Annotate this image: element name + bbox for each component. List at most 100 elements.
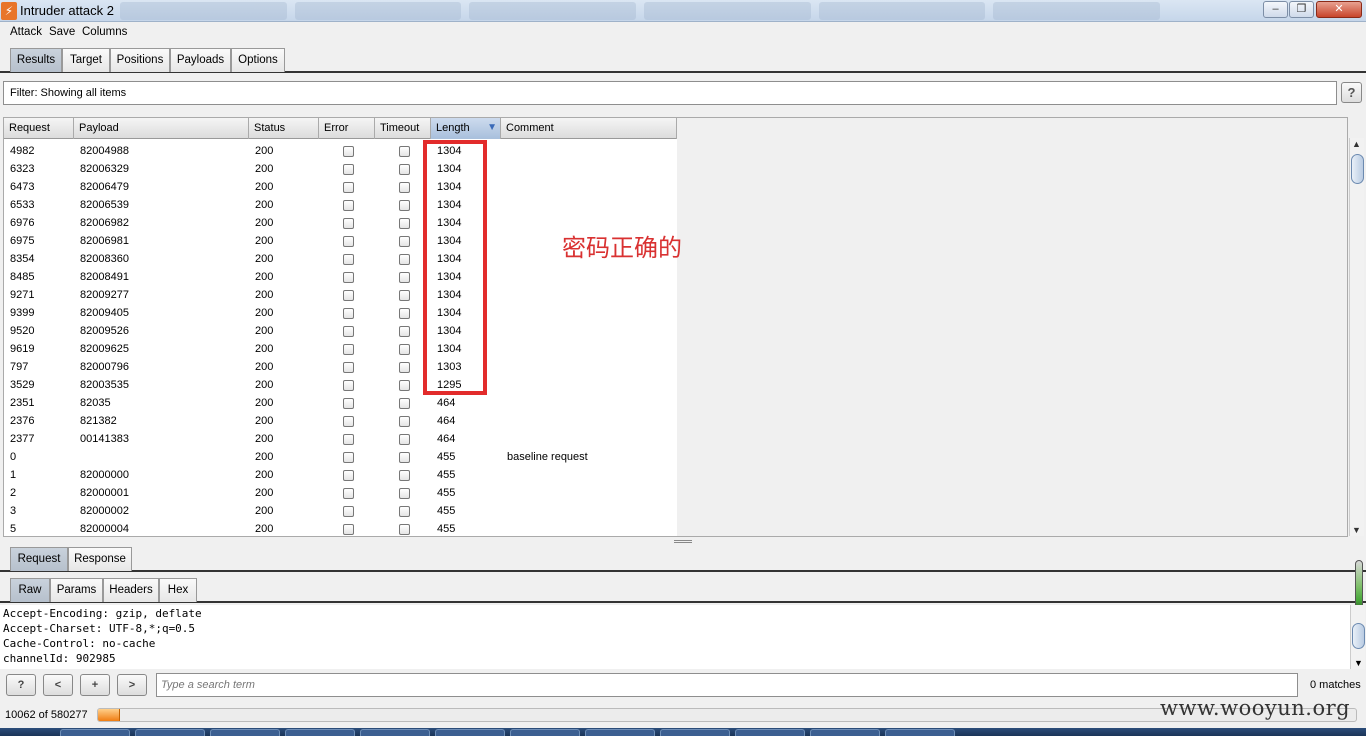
tab-options[interactable]: Options [231, 48, 285, 72]
search-help-button[interactable]: ? [6, 674, 36, 696]
error-checkbox[interactable] [343, 488, 354, 499]
column-status[interactable]: Status [249, 118, 319, 139]
table-row[interactable]: 797 82000796 200 1303 [4, 358, 677, 376]
error-checkbox[interactable] [343, 416, 354, 427]
menu-attack[interactable]: Attack [10, 26, 42, 38]
error-checkbox[interactable] [343, 236, 354, 247]
tab-target[interactable]: Target [62, 48, 110, 72]
error-checkbox[interactable] [343, 182, 354, 193]
tab-params[interactable]: Params [50, 578, 103, 602]
table-row[interactable]: 6533 82006539 200 1304 [4, 196, 677, 214]
error-checkbox[interactable] [343, 326, 354, 337]
error-checkbox[interactable] [343, 308, 354, 319]
tab-results[interactable]: Results [10, 48, 62, 72]
menu-save[interactable]: Save [49, 26, 75, 38]
timeout-checkbox[interactable] [399, 200, 410, 211]
timeout-checkbox[interactable] [399, 272, 410, 283]
timeout-checkbox[interactable] [399, 326, 410, 337]
table-row[interactable]: 4982 82004988 200 1304 [4, 142, 677, 160]
menu-columns[interactable]: Columns [82, 26, 127, 38]
table-row[interactable]: 2351 82035 200 464 [4, 394, 677, 412]
table-row[interactable]: 2376 821382 200 464 [4, 412, 677, 430]
timeout-checkbox[interactable] [399, 434, 410, 445]
minimize-button[interactable]: ‒ [1263, 1, 1288, 18]
tab-request[interactable]: Request [10, 547, 68, 571]
timeout-checkbox[interactable] [399, 470, 410, 481]
table-row[interactable]: 5 82000004 200 455 [4, 520, 677, 536]
timeout-checkbox[interactable] [399, 524, 410, 535]
timeout-checkbox[interactable] [399, 506, 410, 517]
table-row[interactable]: 2377 00141383 200 464 [4, 430, 677, 448]
error-checkbox[interactable] [343, 380, 354, 391]
filter-bar[interactable]: Filter: Showing all items [3, 81, 1337, 105]
column-timeout[interactable]: Timeout [375, 118, 431, 139]
search-previous-button[interactable]: < [43, 674, 73, 696]
table-row[interactable]: 9520 82009526 200 1304 [4, 322, 677, 340]
timeout-checkbox[interactable] [399, 236, 410, 247]
column-payload[interactable]: Payload [74, 118, 249, 139]
search-next-button[interactable]: > [117, 674, 147, 696]
arrow-up-icon[interactable]: ▲ [1352, 139, 1361, 149]
error-checkbox[interactable] [343, 254, 354, 265]
filter-help-button[interactable]: ? [1341, 82, 1362, 103]
arrow-down-icon[interactable]: ▼ [1354, 658, 1363, 668]
column-request[interactable]: Request [4, 118, 74, 139]
column-comment[interactable]: Comment [501, 118, 677, 139]
table-row[interactable]: 9399 82009405 200 1304 [4, 304, 677, 322]
search-input[interactable] [156, 673, 1298, 697]
timeout-checkbox[interactable] [399, 362, 410, 373]
table-row[interactable]: 9271 82009277 200 1304 [4, 286, 677, 304]
timeout-checkbox[interactable] [399, 164, 410, 175]
timeout-checkbox[interactable] [399, 308, 410, 319]
timeout-checkbox[interactable] [399, 182, 410, 193]
tab-response[interactable]: Response [68, 547, 132, 571]
close-button[interactable]: ✕ [1316, 1, 1362, 18]
timeout-checkbox[interactable] [399, 488, 410, 499]
arrow-down-icon[interactable]: ▼ [1352, 525, 1361, 535]
table-row[interactable]: 3529 82003535 200 1295 [4, 376, 677, 394]
error-checkbox[interactable] [343, 524, 354, 535]
error-checkbox[interactable] [343, 362, 354, 373]
scroll-thumb[interactable] [1352, 623, 1365, 649]
timeout-checkbox[interactable] [399, 398, 410, 409]
table-row[interactable]: 6473 82006479 200 1304 [4, 178, 677, 196]
timeout-checkbox[interactable] [399, 452, 410, 463]
raw-request-text[interactable]: Accept-Encoding: gzip, deflate Accept-Ch… [0, 605, 1350, 669]
error-checkbox[interactable] [343, 200, 354, 211]
search-options-button[interactable]: + [80, 674, 110, 696]
table-row[interactable]: 0 200 455 baseline request [4, 448, 677, 466]
timeout-checkbox[interactable] [399, 380, 410, 391]
timeout-checkbox[interactable] [399, 344, 410, 355]
table-row[interactable]: 1 82000000 200 455 [4, 466, 677, 484]
timeout-checkbox[interactable] [399, 290, 410, 301]
maximize-button[interactable]: ❐ [1289, 1, 1314, 18]
tab-payloads[interactable]: Payloads [170, 48, 231, 72]
timeout-checkbox[interactable] [399, 416, 410, 427]
error-checkbox[interactable] [343, 344, 354, 355]
tab-headers[interactable]: Headers [103, 578, 159, 602]
tab-raw[interactable]: Raw [10, 578, 50, 602]
error-checkbox[interactable] [343, 290, 354, 301]
timeout-checkbox[interactable] [399, 254, 410, 265]
column-length[interactable]: Length ▼ [431, 118, 501, 139]
table-row[interactable]: 9619 82009625 200 1304 [4, 340, 677, 358]
error-checkbox[interactable] [343, 164, 354, 175]
error-checkbox[interactable] [343, 506, 354, 517]
table-row[interactable]: 3 82000002 200 455 [4, 502, 677, 520]
scroll-thumb[interactable] [1351, 154, 1364, 184]
table-row[interactable]: 6323 82006329 200 1304 [4, 160, 677, 178]
timeout-checkbox[interactable] [399, 218, 410, 229]
tab-hex[interactable]: Hex [159, 578, 197, 602]
pane-splitter[interactable] [0, 538, 1366, 545]
error-checkbox[interactable] [343, 434, 354, 445]
error-checkbox[interactable] [343, 452, 354, 463]
error-checkbox[interactable] [343, 146, 354, 157]
error-checkbox[interactable] [343, 398, 354, 409]
error-checkbox[interactable] [343, 470, 354, 481]
column-error[interactable]: Error [319, 118, 375, 139]
error-checkbox[interactable] [343, 272, 354, 283]
results-scrollbar[interactable]: ▲ ▼ [1349, 138, 1364, 536]
timeout-checkbox[interactable] [399, 146, 410, 157]
table-row[interactable]: 2 82000001 200 455 [4, 484, 677, 502]
table-row[interactable]: 8485 82008491 200 1304 [4, 268, 677, 286]
